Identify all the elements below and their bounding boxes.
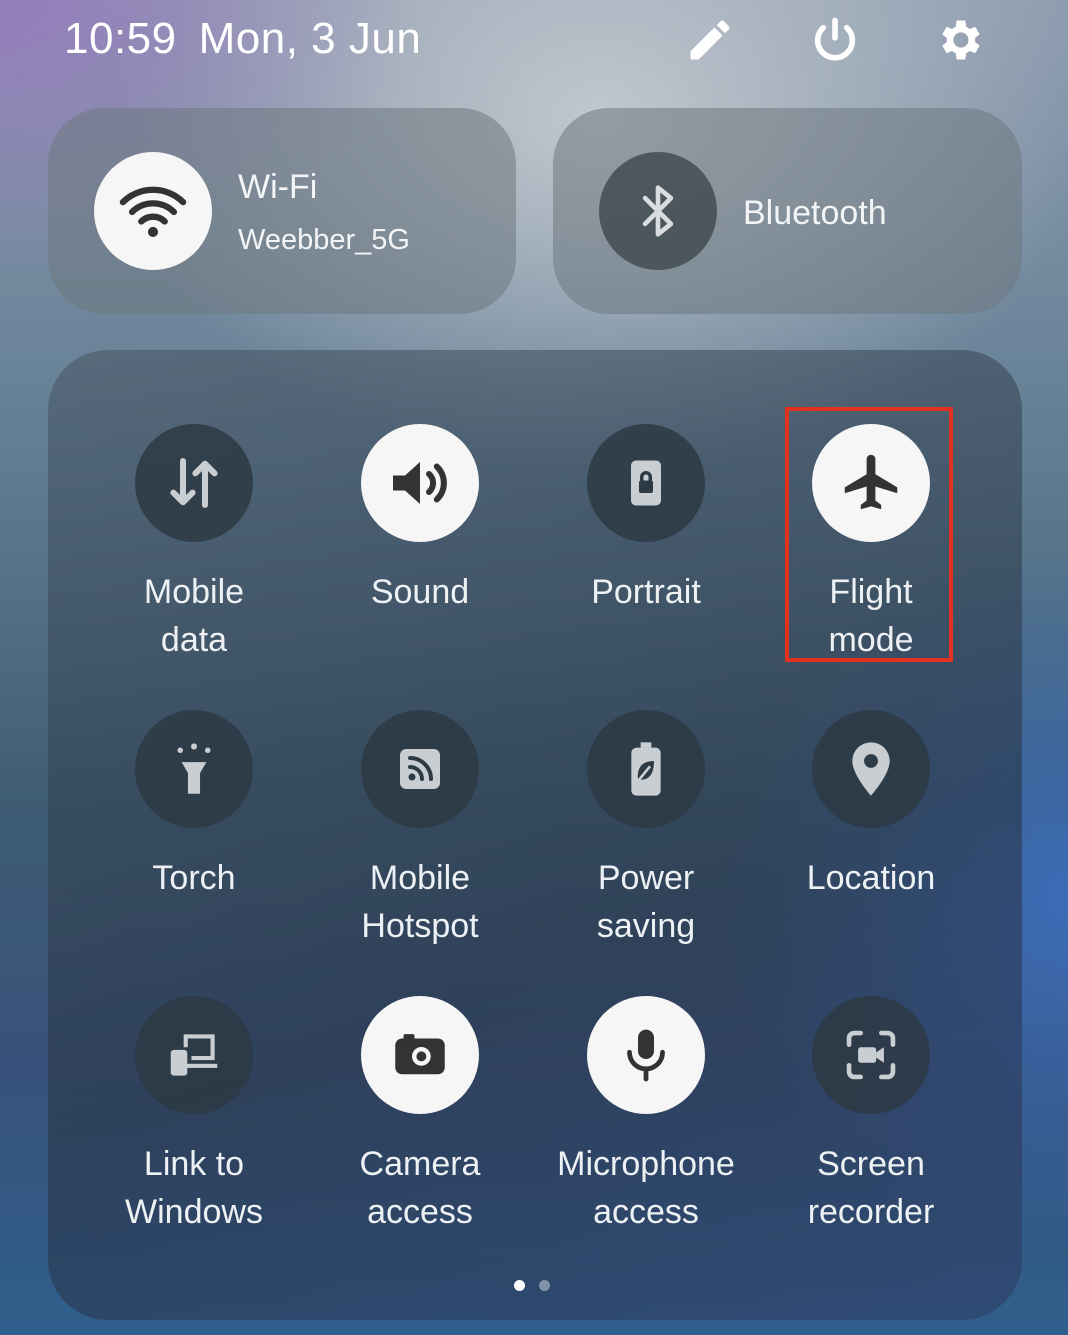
time-text: 10:59 <box>64 14 177 63</box>
bluetooth-title: Bluetooth <box>743 194 887 232</box>
tile-portrait[interactable]: Portrait <box>533 424 759 616</box>
tile-label: Camera access <box>359 1145 481 1231</box>
tile-mobile-data[interactable]: Mobile data <box>81 424 307 664</box>
tile-label: Mobile data <box>143 573 245 659</box>
page-dot-2[interactable] <box>539 1280 550 1291</box>
camera-icon[interactable] <box>361 996 479 1114</box>
tile-label: Mobile Hotspot <box>361 859 479 945</box>
bluetooth-tile[interactable]: Bluetooth <box>553 108 1022 314</box>
tile-label: Power saving <box>596 859 696 945</box>
tile-link-to-windows[interactable]: Link to Windows <box>81 996 307 1236</box>
edit-icon[interactable] <box>682 12 738 68</box>
bluetooth-icon[interactable] <box>599 152 717 270</box>
page-indicator <box>514 1280 550 1291</box>
flight-mode-highlight-box <box>785 407 953 662</box>
power-icon[interactable] <box>807 12 863 68</box>
portrait-lock-icon[interactable] <box>587 424 705 542</box>
wifi-title: Wi-Fi <box>238 168 318 206</box>
battery-leaf-icon[interactable] <box>587 710 705 828</box>
status-bar: 10:59 Mon, 3 Jun <box>0 0 1068 90</box>
wifi-network-name: Weebber_5G <box>238 224 410 256</box>
location-pin-icon[interactable] <box>812 710 930 828</box>
tile-label: Portrait <box>591 573 701 611</box>
hotspot-icon[interactable] <box>361 710 479 828</box>
tile-label: Torch <box>152 859 236 897</box>
mobile-data-arrows-icon[interactable] <box>135 424 253 542</box>
tile-location[interactable]: Location <box>758 710 984 902</box>
tile-label: Location <box>806 859 936 897</box>
settings-gear-icon[interactable] <box>931 12 987 68</box>
tile-label: Link to Windows <box>125 1145 263 1231</box>
tile-screen-recorder[interactable]: Screen recorder <box>758 996 984 1236</box>
flashlight-icon[interactable] <box>135 710 253 828</box>
tile-mobile-hotspot[interactable]: Mobile Hotspot <box>307 710 533 950</box>
wifi-icon[interactable] <box>94 152 212 270</box>
link-to-windows-icon[interactable] <box>135 996 253 1114</box>
tile-label: Sound <box>370 573 470 611</box>
tile-label: Screen recorder <box>807 1145 935 1231</box>
tile-microphone-access[interactable]: Microphone access <box>533 996 759 1236</box>
page-dot-1[interactable] <box>514 1280 525 1291</box>
wifi-tile[interactable]: Wi-Fi Weebber_5G <box>48 108 516 314</box>
date-text: Mon, 3 Jun <box>198 14 422 63</box>
speaker-icon[interactable] <box>361 424 479 542</box>
clock: 10:59 Mon, 3 Jun <box>64 14 421 64</box>
microphone-icon[interactable] <box>587 996 705 1114</box>
tile-camera-access[interactable]: Camera access <box>307 996 533 1236</box>
tile-sound[interactable]: Sound <box>307 424 533 616</box>
tile-power-saving[interactable]: Power saving <box>533 710 759 950</box>
tile-torch[interactable]: Torch <box>81 710 307 902</box>
screen-recorder-icon[interactable] <box>812 996 930 1114</box>
tile-label: Microphone access <box>557 1145 735 1231</box>
